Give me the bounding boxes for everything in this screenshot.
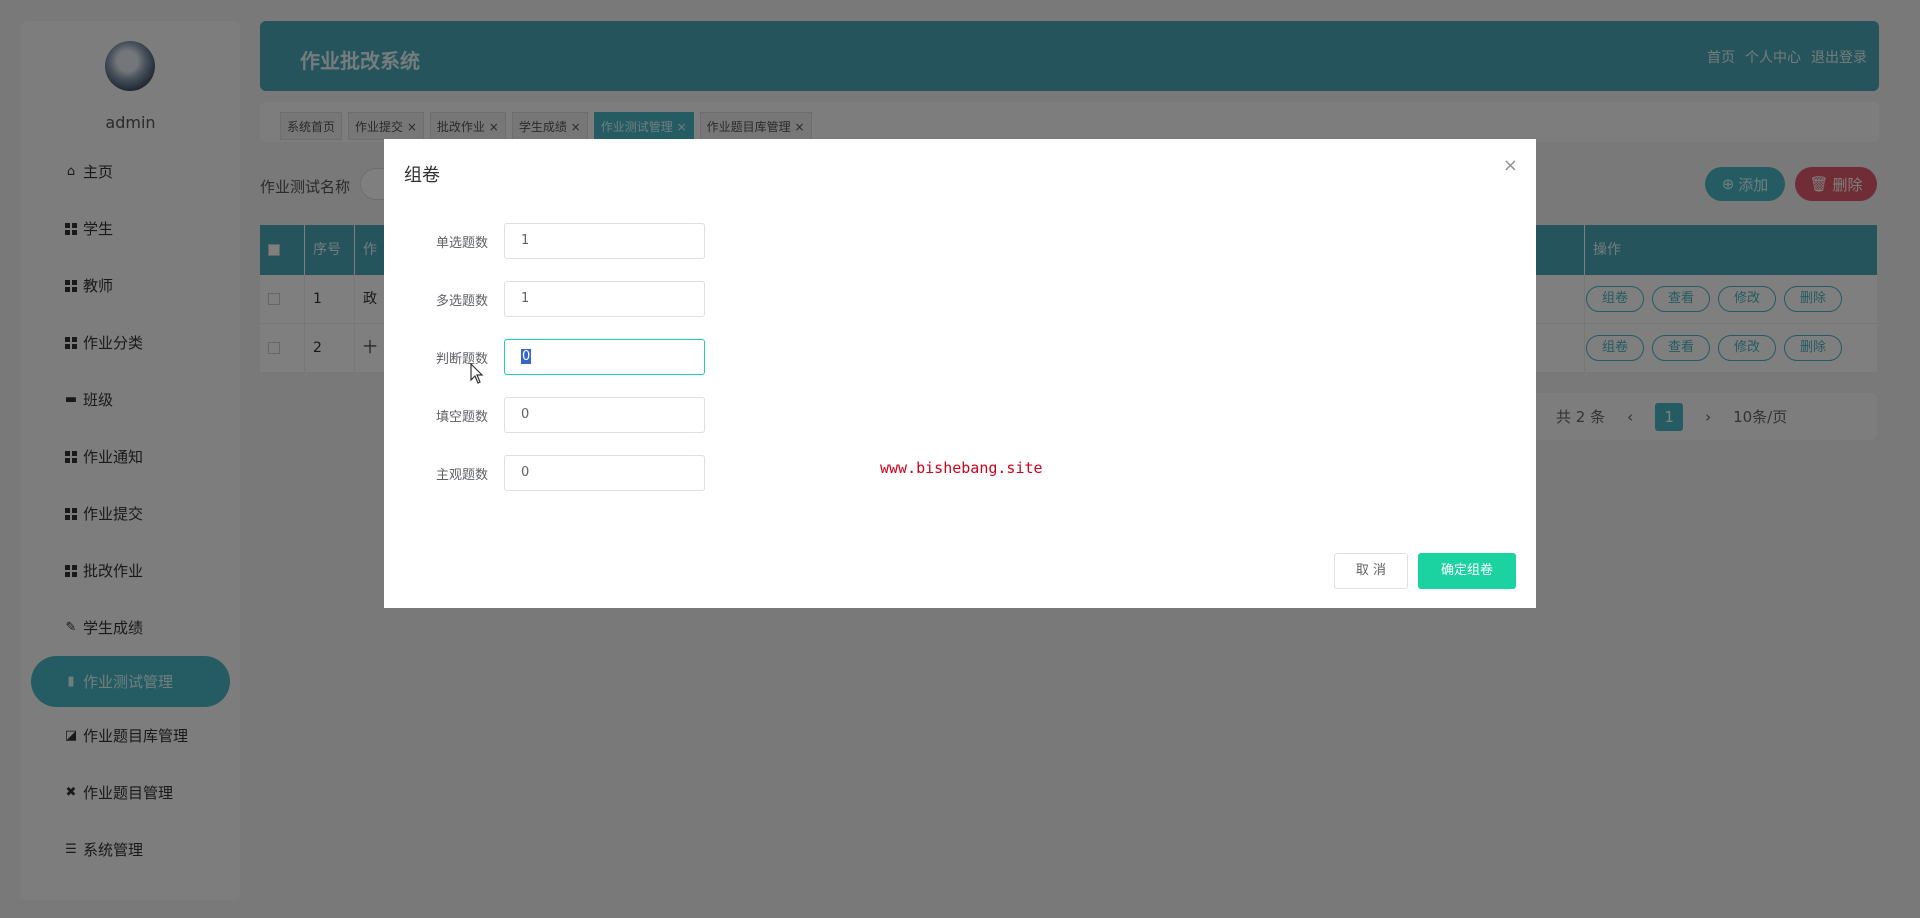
single-choice-count-field: 单选题数 1 bbox=[384, 223, 784, 259]
close-icon[interactable]: × bbox=[1503, 155, 1518, 176]
field-label: 多选题数 bbox=[436, 294, 489, 309]
subjective-count-input[interactable]: 0 bbox=[504, 455, 705, 491]
true-false-count-input[interactable]: 0 bbox=[504, 339, 705, 375]
compose-dialog: 组卷 × 单选题数 1 多选题数 1 判断题数 0 填空题数 0 主观题数 0 … bbox=[384, 139, 1536, 608]
field-label: 填空题数 bbox=[436, 410, 489, 425]
watermark: www.bishebang.site bbox=[880, 459, 1043, 477]
selected-text: 0 bbox=[521, 349, 532, 364]
single-choice-count-input[interactable]: 1 bbox=[504, 223, 705, 259]
cancel-button[interactable]: 取 消 bbox=[1334, 553, 1408, 589]
field-label: 主观题数 bbox=[436, 468, 489, 483]
multi-choice-count-input[interactable]: 1 bbox=[504, 281, 705, 317]
mouse-cursor-icon bbox=[470, 363, 484, 384]
fill-blank-count-field: 填空题数 0 bbox=[384, 397, 784, 433]
true-false-count-field: 判断题数 0 bbox=[384, 339, 784, 375]
dialog-title: 组卷 bbox=[404, 165, 440, 186]
confirm-compose-button[interactable]: 确定组卷 bbox=[1418, 553, 1516, 589]
fill-blank-count-input[interactable]: 0 bbox=[504, 397, 705, 433]
subjective-count-field: 主观题数 0 bbox=[384, 455, 784, 491]
multi-choice-count-field: 多选题数 1 bbox=[384, 281, 784, 317]
field-label: 单选题数 bbox=[436, 236, 489, 251]
